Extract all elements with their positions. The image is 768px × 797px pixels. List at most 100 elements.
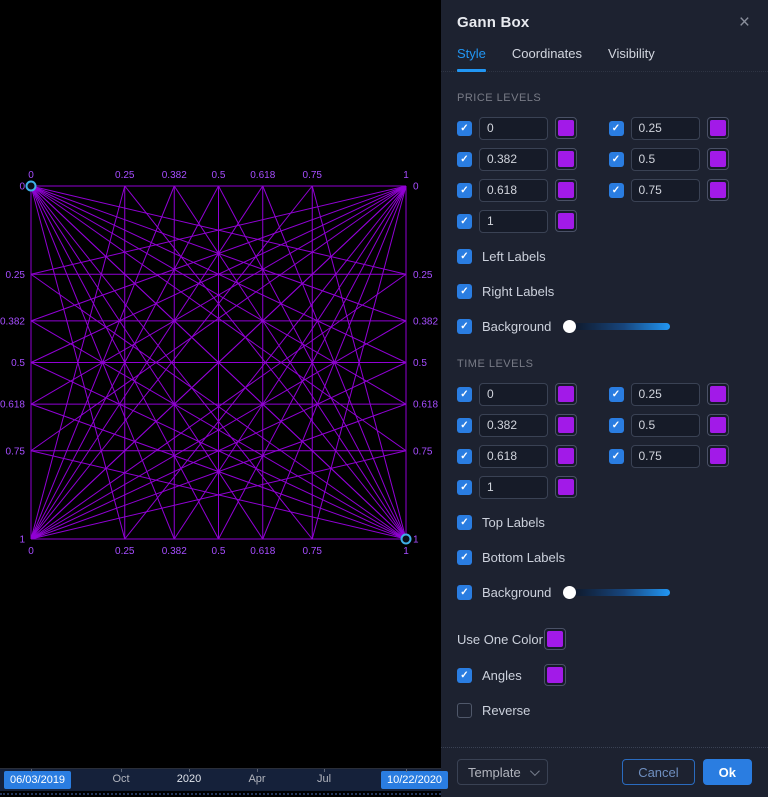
left-labels-checkbox[interactable]: ✓	[457, 249, 472, 264]
gann-level-label: 1	[19, 535, 25, 546]
gann-box-drawing[interactable]: 000 00.250.250.25 0.250.3820.3820.382 0.382…	[0, 0, 441, 768]
time-level-input[interactable]	[479, 382, 548, 406]
price-level-checkbox[interactable]: ✓	[457, 213, 472, 229]
price-level-color-swatch[interactable]	[555, 179, 577, 201]
time-level-color-swatch[interactable]	[706, 383, 729, 405]
axis-tick	[324, 769, 325, 772]
price-level-color-swatch[interactable]	[706, 117, 729, 139]
price-level-color-swatch[interactable]	[706, 179, 729, 201]
template-button-label: Template	[468, 764, 521, 780]
time-level-checkbox[interactable]: ✓	[608, 448, 624, 464]
template-button[interactable]: Template	[457, 759, 548, 785]
gann-box-dialog: Gann Box × Style Coordinates Visibility …	[441, 0, 768, 797]
time-axis-label: 2020	[176, 773, 202, 785]
time-background-label: Background	[482, 585, 552, 600]
cancel-button[interactable]: Cancel	[622, 759, 695, 785]
time-axis[interactable]: 06/03/2019 10/22/2020 Oct 2020 Apr Jul	[0, 768, 449, 795]
anchor-point[interactable]	[400, 533, 412, 545]
time-level-input[interactable]	[479, 413, 548, 437]
tab-style[interactable]: Style	[457, 38, 486, 72]
price-levels-grid: ✓ ✓ ✓ ✓	[457, 116, 752, 233]
dialog-content: PRICE LEVELS ✓ ✓ ✓ ✓	[441, 72, 768, 747]
start-date-badge: 06/03/2019	[4, 771, 72, 789]
angles-label: Angles	[482, 667, 522, 683]
gann-level-label: 0.382	[0, 316, 25, 327]
bottom-labels-checkbox[interactable]: ✓	[457, 550, 472, 565]
time-background-checkbox[interactable]: ✓	[457, 585, 472, 600]
time-level-checkbox[interactable]: ✓	[457, 417, 472, 433]
top-labels-checkbox[interactable]: ✓	[457, 515, 472, 530]
angles-color-swatch[interactable]	[544, 664, 566, 686]
price-level-input[interactable]	[630, 147, 700, 171]
time-level-color-swatch[interactable]	[555, 445, 577, 467]
price-level-input[interactable]	[479, 209, 548, 233]
price-level-color-swatch[interactable]	[706, 148, 729, 170]
time-level-checkbox[interactable]: ✓	[457, 386, 472, 402]
time-level-row: ✓	[608, 444, 753, 468]
time-level-color-swatch[interactable]	[555, 476, 577, 498]
slider-thumb[interactable]	[563, 586, 577, 599]
top-labels-label: Top Labels	[482, 515, 545, 530]
reverse-checkbox[interactable]	[457, 703, 472, 718]
time-level-input[interactable]	[479, 475, 548, 499]
end-date-badge: 10/22/2020	[381, 771, 449, 789]
price-level-checkbox[interactable]: ✓	[608, 151, 624, 167]
time-level-input[interactable]	[479, 444, 548, 468]
price-level-color-swatch[interactable]	[555, 148, 577, 170]
gann-level-label: 0	[28, 170, 34, 181]
time-level-checkbox[interactable]: ✓	[608, 386, 624, 402]
price-level-input[interactable]	[479, 116, 548, 140]
price-levels-heading: PRICE LEVELS	[457, 92, 542, 104]
anchor-point[interactable]	[25, 180, 37, 192]
price-level-row: ✓	[457, 209, 601, 233]
use-one-color-label: Use One Color	[457, 631, 543, 647]
bottom-labels-label: Bottom Labels	[482, 550, 566, 565]
time-level-color-swatch[interactable]	[706, 414, 729, 436]
time-level-color-swatch[interactable]	[555, 414, 577, 436]
slider-thumb[interactable]	[563, 320, 577, 333]
use-one-color-row: Use One Color	[457, 628, 752, 650]
reverse-row: Reverse	[457, 703, 752, 718]
axis-tick	[121, 769, 122, 772]
chart-pane[interactable]: 0 0 0 0 0.25 0.25 0.25 0.25 0.382 0.382 0.382 0.382…	[0, 0, 449, 797]
price-level-input[interactable]	[479, 147, 548, 171]
close-icon[interactable]: ×	[737, 13, 752, 32]
use-one-color-swatch[interactable]	[544, 628, 566, 650]
gann-level-label: 1	[403, 546, 409, 557]
gann-level-label: 0.25	[413, 270, 433, 281]
time-background-opacity-slider[interactable]	[563, 586, 671, 599]
tab-coordinates[interactable]: Coordinates	[512, 38, 582, 71]
gann-level-label: 1	[413, 535, 419, 546]
time-level-input[interactable]	[630, 413, 700, 437]
ok-button[interactable]: Ok	[702, 759, 752, 785]
time-level-checkbox[interactable]: ✓	[608, 417, 624, 433]
price-background-checkbox[interactable]: ✓	[457, 319, 472, 334]
price-level-color-swatch[interactable]	[555, 210, 577, 232]
time-level-color-swatch[interactable]	[706, 445, 729, 467]
tab-visibility[interactable]: Visibility	[608, 38, 655, 71]
price-background-label: Background	[482, 319, 552, 334]
time-levels-grid: ✓ ✓ ✓ ✓	[457, 382, 752, 499]
right-labels-checkbox[interactable]: ✓	[457, 284, 472, 299]
gann-level-label: 0.5	[212, 546, 226, 557]
price-level-checkbox[interactable]: ✓	[457, 182, 472, 198]
price-level-row: ✓	[457, 147, 601, 171]
time-level-checkbox[interactable]: ✓	[457, 448, 472, 464]
angles-checkbox[interactable]: ✓	[457, 667, 472, 683]
time-level-input[interactable]	[630, 382, 700, 406]
price-level-checkbox[interactable]: ✓	[457, 151, 472, 167]
price-level-checkbox[interactable]: ✓	[608, 120, 624, 136]
price-level-row: ✓	[457, 116, 601, 140]
price-level-checkbox[interactable]: ✓	[608, 182, 624, 198]
time-level-input[interactable]	[630, 444, 700, 468]
time-level-row: ✓	[608, 382, 753, 406]
price-level-input[interactable]	[479, 178, 548, 202]
time-level-checkbox[interactable]: ✓	[457, 479, 472, 495]
top-labels-row: ✓ Top Labels	[457, 515, 752, 530]
price-level-checkbox[interactable]: ✓	[457, 120, 472, 136]
price-background-opacity-slider[interactable]	[563, 320, 671, 333]
time-level-color-swatch[interactable]	[555, 383, 577, 405]
price-level-input[interactable]	[630, 178, 700, 202]
price-level-input[interactable]	[630, 116, 700, 140]
price-level-color-swatch[interactable]	[555, 117, 577, 139]
